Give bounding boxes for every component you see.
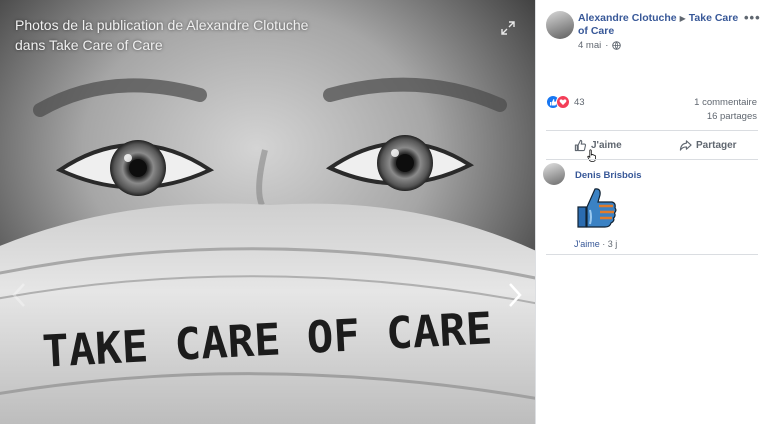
post-date[interactable]: 4 mai <box>578 40 601 51</box>
commenter-avatar[interactable] <box>543 163 565 185</box>
share-button[interactable]: Partager <box>679 136 737 154</box>
share-arrow-icon <box>679 139 692 151</box>
caret-right-icon: ▶ <box>679 14 686 23</box>
share-button-label: Partager <box>696 139 737 151</box>
expand-icon[interactable] <box>500 20 516 36</box>
comment-author-link[interactable]: Denis Brisbois <box>575 170 642 181</box>
divider <box>546 159 758 160</box>
post-side-panel: Alexandre Clotuche ▶ Take Care of Care 4 m… <box>535 0 768 424</box>
author-name-link[interactable]: Alexandre Clotuche <box>578 12 677 24</box>
reactions-summary[interactable]: 43 <box>546 95 585 109</box>
more-options-button[interactable]: ••• <box>744 10 761 25</box>
love-reaction-icon <box>556 95 570 109</box>
chevron-left-icon[interactable] <box>8 280 32 310</box>
post-photo: TAKE CARE OF CARE <box>0 0 535 424</box>
post-header: Alexandre Clotuche ▶ Take Care of Care <box>578 12 746 38</box>
comments-count-link[interactable]: 1 commentaire <box>694 97 757 108</box>
thumbs-up-sticker[interactable] <box>570 183 620 233</box>
chevron-right-icon[interactable] <box>502 280 526 310</box>
photo-viewer: TAKE CARE OF CARE Photos de la publicati… <box>0 0 535 424</box>
viewer-title: Photos de la publication de Alexandre Cl… <box>15 17 309 53</box>
divider <box>546 254 758 255</box>
hand-cursor-icon <box>587 149 596 162</box>
reactions-count: 43 <box>574 96 585 108</box>
comment-like-link[interactable]: J'aime <box>574 239 600 249</box>
author-avatar[interactable] <box>546 11 574 39</box>
thumbs-up-icon <box>574 139 587 151</box>
comment-age[interactable]: 3 j <box>608 239 618 249</box>
post-meta: 4 mai · <box>578 40 622 51</box>
globe-icon <box>612 41 622 50</box>
divider <box>546 130 758 131</box>
like-button[interactable]: J'aime <box>574 136 622 154</box>
comment-actions: J'aime · 3 j <box>574 239 618 249</box>
shares-count-link[interactable]: 16 partages <box>707 111 757 122</box>
